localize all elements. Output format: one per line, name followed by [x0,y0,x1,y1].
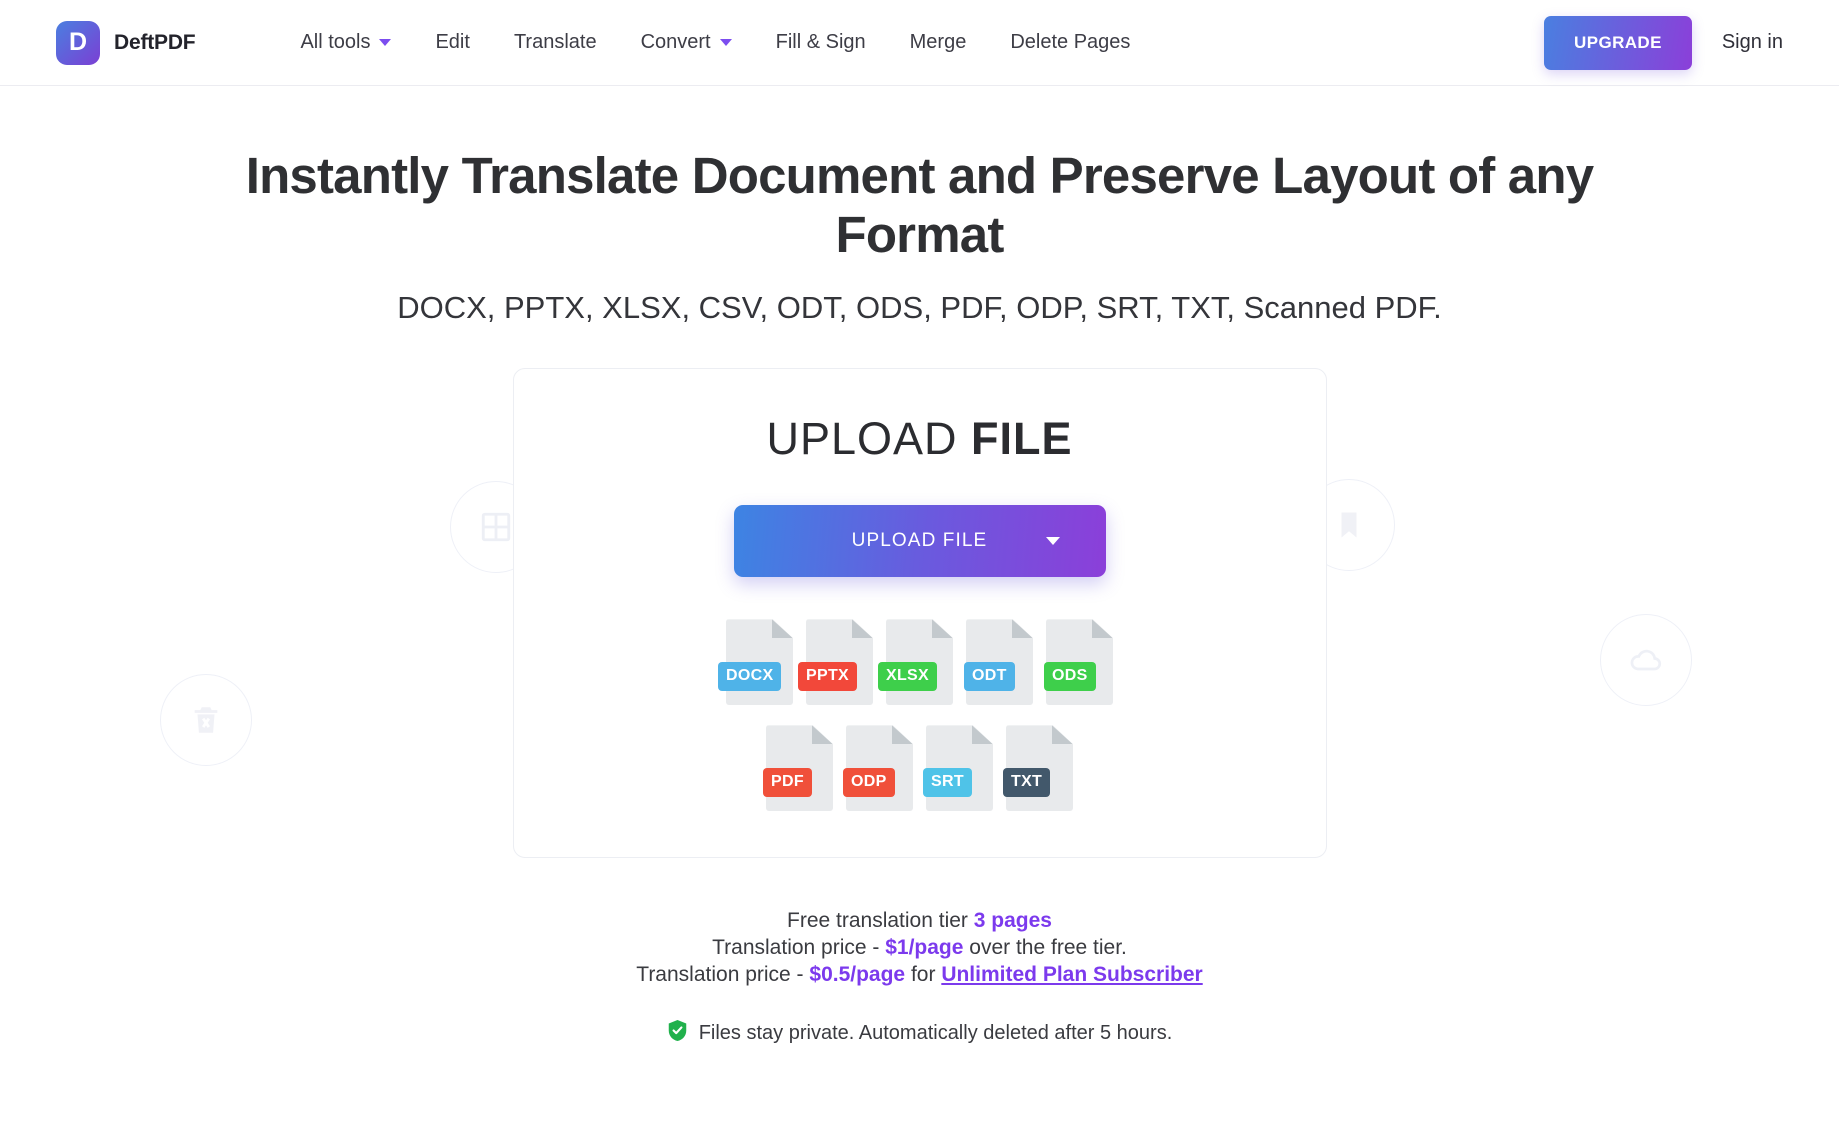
pricing-info: Free translation tier 3 pages Translatio… [0,908,1839,1048]
nav-item-edit[interactable]: Edit [435,31,469,54]
sign-in-link[interactable]: Sign in [1722,31,1783,54]
nav-item-delete-pages[interactable]: Delete Pages [1010,31,1130,54]
nav-item-convert[interactable]: Convert [641,31,732,54]
nav-label: Convert [640,31,711,53]
privacy-notice: Files stay private. Automatically delete… [0,1019,1839,1048]
main-nav: All tools Edit Translate Convert Fill & … [300,31,1130,54]
shield-check-icon [667,1019,688,1048]
upload-title-light: UPLOAD [766,413,958,465]
file-type-label: ODP [843,768,895,798]
hero-section: Instantly Translate Document and Preserv… [0,86,1839,766]
nav-label: Translate [513,31,597,53]
file-type-pptx: PPTX [798,619,873,706]
unlimited-price-mid: for [905,963,942,987]
file-type-label: SRT [923,768,972,798]
file-type-srt: SRT [923,725,993,812]
file-type-docx: DOCX [718,619,793,706]
supported-formats-line: DOCX, PPTX, XLSX, CSV, ODT, ODS, PDF, OD… [397,290,1442,326]
file-type-label: TXT [1003,768,1051,798]
nav-item-all-tools[interactable]: All tools [300,31,392,54]
unlimited-price-prefix: Translation price - [636,963,810,987]
file-type-pdf: PDF [763,725,833,812]
standard-price-prefix: Translation price - [712,936,886,960]
chevron-down-icon [379,39,392,46]
nav-label: All tools [300,31,371,53]
chevron-down-icon [719,39,732,46]
file-type-txt: TXT [1003,725,1073,812]
brand-logo[interactable]: D DeftPDF [56,20,196,65]
pricing-line-standard: Translation price - $1/page over the fre… [0,935,1839,962]
nav-item-translate[interactable]: Translate [514,31,597,54]
deftpdf-logo-mark: D [56,20,100,65]
nav-item-merge[interactable]: Merge [910,31,967,54]
brand-name: DeftPDF [114,30,196,54]
nav-label: Merge [909,31,967,53]
pricing-line-unlimited: Translation price - $0.5/page for Unlimi… [0,962,1839,989]
unlimited-plan-subscriber-link[interactable]: Unlimited Plan Subscriber [941,963,1202,986]
trash-delete-icon [160,674,252,766]
free-tier-prefix: Free translation tier [787,909,974,933]
cloud-icon [1600,614,1692,706]
upload-card: UPLOAD FILE UPLOAD FILE DOCX PPTX XLSX O… [512,368,1327,859]
file-type-label: XLSX [878,662,937,692]
site-header: D DeftPDF All tools Edit Translate Conve… [0,0,1839,86]
privacy-text: Files stay private. Automatically delete… [698,1021,1173,1044]
file-type-label: ODT [964,662,1015,692]
file-type-label: PDF [763,768,812,798]
upload-file-button[interactable]: UPLOAD FILE [733,505,1106,578]
nav-label: Delete Pages [1010,31,1131,53]
page-title: Instantly Translate Document and Preserv… [245,147,1594,264]
nav-label: Edit [435,31,470,53]
standard-price-suffix: over the free tier. [963,936,1127,960]
file-type-odp: ODP [843,725,913,812]
file-type-xlsx: XLSX [878,619,953,706]
upload-title-bold: FILE [971,413,1073,465]
file-type-ods: ODS [1044,619,1113,706]
file-type-label: DOCX [718,662,782,692]
nav-item-fill-and-sign[interactable]: Fill & Sign [776,31,866,54]
pricing-line-free-tier: Free translation tier 3 pages [0,908,1839,935]
upload-button-label: UPLOAD FILE [851,530,988,552]
nav-label: Fill & Sign [775,31,866,53]
unlimited-price-value: $0.5/page [809,963,906,987]
header-actions: UPGRADE Sign in [1544,15,1783,70]
file-types-row-1: DOCX PPTX XLSX ODT ODS [514,619,1326,706]
file-type-label: ODS [1044,662,1096,692]
file-types-row-2: PDF ODP SRT TXT [514,725,1326,812]
upload-card-title: UPLOAD FILE [514,413,1326,465]
file-type-label: PPTX [798,662,857,692]
chevron-down-icon[interactable] [1045,537,1060,546]
upgrade-button[interactable]: UPGRADE [1544,15,1692,70]
standard-price-value: $1/page [885,936,964,960]
file-type-odt: ODT [964,619,1033,706]
free-tier-pages: 3 pages [973,909,1052,933]
